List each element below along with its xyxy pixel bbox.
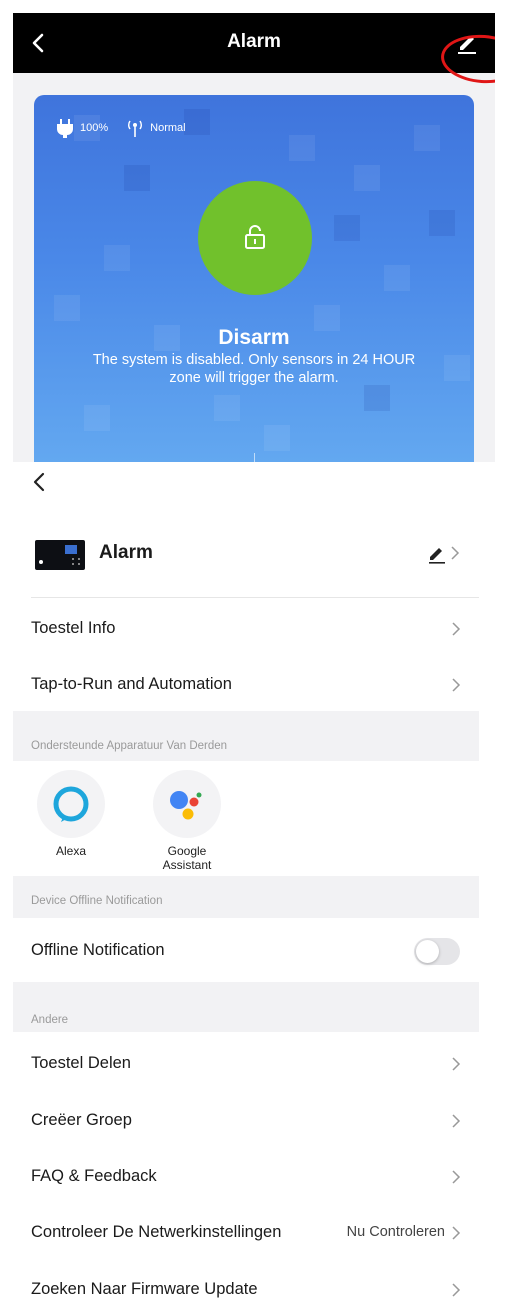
assistant-name: Google Assistant <box>162 844 212 872</box>
top-app-bar: Alarm <box>13 13 495 73</box>
device-status-row: 100% Normal <box>54 117 186 139</box>
third-party-section-header: Ondersteunde Apparatuur Van Derden <box>13 711 479 761</box>
device-info-label: Toestel Info <box>31 619 116 637</box>
create-group-label: Creëer Groep <box>31 1111 132 1129</box>
power-plug-icon <box>57 119 73 138</box>
unlock-icon <box>245 225 265 249</box>
network-check-label: Controleer De Netwerkinstellingen <box>31 1223 282 1241</box>
other-section-header: Andere <box>13 982 479 1032</box>
firmware-update-label: Zoeken Naar Firmware Update <box>31 1280 258 1298</box>
offline-notification-row: Offline Notification <box>13 923 479 979</box>
signal-status: Normal <box>150 122 186 134</box>
chevron-right-icon <box>452 1283 461 1297</box>
antenna-signal-icon <box>128 120 143 137</box>
tap-to-run-row[interactable]: Tap-to-Run and Automation <box>13 657 479 713</box>
offline-notification-label: Offline Notification <box>31 941 165 959</box>
chevron-right-icon <box>452 678 461 692</box>
section-caption: Andere <box>31 1014 69 1026</box>
faq-feedback-row[interactable]: FAQ & Feedback <box>13 1149 479 1205</box>
chevron-right-icon <box>452 622 461 636</box>
tap-to-run-label: Tap-to-Run and Automation <box>31 675 232 693</box>
share-device-label: Toestel Delen <box>31 1054 131 1072</box>
alarm-mode-label: Disarm <box>218 326 290 349</box>
alarm-screen: Alarm 100% Normal Disarm The system is d… <box>13 13 495 462</box>
chevron-right-icon <box>451 546 460 560</box>
network-check-value: Nu Controleren <box>346 1224 445 1240</box>
google-assistant-icon <box>153 770 221 838</box>
network-check-row[interactable]: Controleer De Netwerkinstellingen Nu Con… <box>13 1205 479 1261</box>
disarm-lock-button[interactable] <box>198 181 312 295</box>
chevron-right-icon <box>452 1114 461 1128</box>
device-info-row[interactable]: Toestel Info <box>13 601 479 657</box>
edit-pencil-icon[interactable] <box>427 542 447 564</box>
offline-section-header: Device Offline Notification <box>13 876 479 918</box>
share-device-row[interactable]: Toestel Delen <box>13 1036 479 1092</box>
offline-notification-toggle[interactable] <box>414 938 460 965</box>
device-header-row[interactable]: Alarm <box>13 522 479 584</box>
section-caption: Device Offline Notification <box>31 895 163 907</box>
battery-level: 100% <box>80 122 109 134</box>
create-group-row[interactable]: Creëer Groep <box>13 1093 479 1149</box>
alarm-status-card: 100% Normal Disarm The system is disable… <box>34 95 474 462</box>
device-name: Alarm <box>99 542 153 563</box>
card-divider <box>254 453 255 462</box>
divider <box>31 597 479 598</box>
faq-feedback-label: FAQ & Feedback <box>31 1167 157 1185</box>
back-arrow-icon[interactable] <box>30 470 50 494</box>
alarm-mode-description: The system is disabled. Only sensors in … <box>92 352 416 386</box>
page-title: Alarm <box>227 31 281 52</box>
chevron-right-icon <box>452 1226 461 1240</box>
firmware-update-row[interactable]: Zoeken Naar Firmware Update <box>13 1262 479 1315</box>
alexa-button[interactable]: Alexa <box>21 770 121 858</box>
device-settings-screen: Alarm Toestel Info Tap-to-Run and Automa… <box>13 462 479 1315</box>
toggle-knob <box>416 940 439 963</box>
device-thumbnail <box>35 540 85 570</box>
chevron-right-icon <box>452 1057 461 1071</box>
edit-pencil-icon[interactable] <box>455 29 479 55</box>
alexa-icon <box>37 770 105 838</box>
chevron-right-icon <box>452 1170 461 1184</box>
section-caption: Ondersteunde Apparatuur Van Derden <box>31 740 228 752</box>
assistant-name: Alexa <box>55 844 87 858</box>
google-assistant-button[interactable]: Google Assistant <box>137 770 237 872</box>
